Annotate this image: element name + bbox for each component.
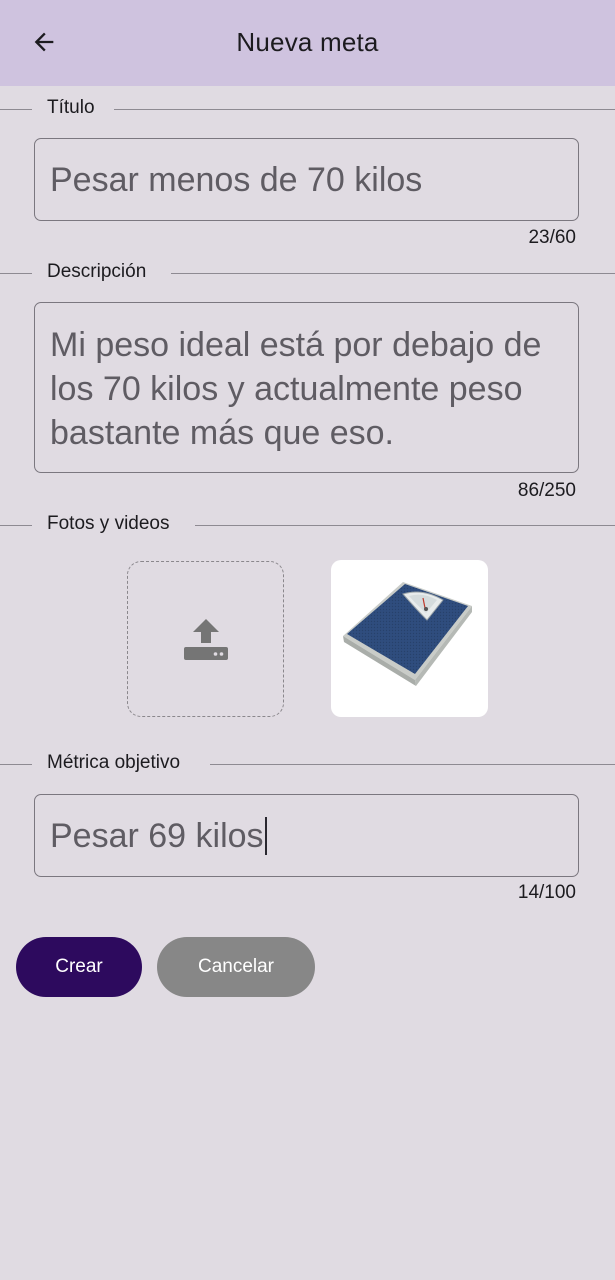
description-label: Descripción (47, 261, 147, 282)
divider (210, 764, 615, 765)
metric-label: Métrica objetivo (47, 752, 181, 773)
divider (0, 109, 32, 110)
title-input-value: Pesar menos de 70 kilos (50, 161, 423, 199)
divider (0, 764, 32, 765)
divider (171, 273, 615, 274)
app-bar: Nueva meta (0, 0, 615, 86)
title-label: Título (47, 97, 95, 118)
text-cursor (264, 817, 267, 855)
create-button[interactable]: Crear (16, 937, 142, 997)
upload-media-button[interactable] (127, 561, 284, 717)
upload-icon (183, 619, 228, 660)
section-title-label: Título (0, 97, 615, 121)
metric-input[interactable]: Pesar 69 kilos (34, 794, 579, 877)
metric-input-value: Pesar 69 kilos (50, 817, 264, 855)
section-description-label: Descripción (0, 261, 615, 285)
divider (195, 525, 615, 526)
divider (0, 273, 32, 274)
description-char-counter: 86/250 (517, 480, 576, 501)
description-input[interactable]: Mi peso ideal está por debajo de los 70 … (34, 302, 579, 473)
page-title: Nueva meta (236, 27, 379, 57)
divider (0, 525, 32, 526)
media-label: Fotos y videos (47, 513, 170, 534)
media-thumbnail[interactable] (331, 560, 488, 717)
divider (114, 109, 615, 110)
metric-input-content: Pesar 69 kilos (50, 814, 563, 858)
title-input[interactable]: Pesar menos de 70 kilos (34, 138, 579, 221)
description-input-value: Mi peso ideal está por debajo de los 70 … (50, 326, 551, 452)
title-char-counter: 23/60 (528, 227, 576, 248)
cancel-button[interactable]: Cancelar (157, 937, 315, 997)
metric-char-counter: 14/100 (517, 882, 576, 903)
section-media-label: Fotos y videos (0, 513, 615, 537)
bathroom-scale-image (343, 582, 472, 686)
section-metric-label: Métrica objetivo (0, 752, 615, 776)
